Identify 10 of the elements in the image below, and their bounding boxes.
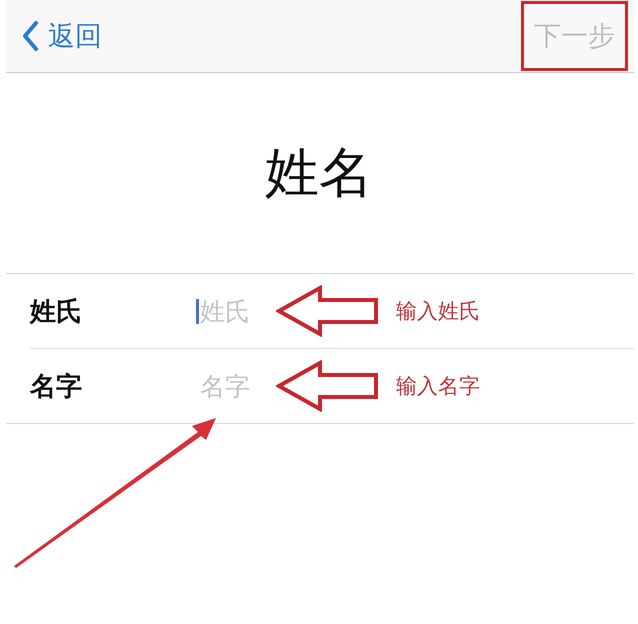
- field-label: 名字: [30, 370, 83, 404]
- text-field[interactable]: 姓氏: [196, 296, 272, 326]
- field-label: 姓氏: [30, 296, 83, 328]
- annotation-text: 输入名字: [396, 373, 480, 400]
- text-field[interactable]: 名字: [196, 372, 272, 400]
- chevron-left-icon: [22, 21, 38, 51]
- page-title: 姓名: [265, 140, 373, 206]
- annotation-text: 输入姓氏: [396, 298, 480, 325]
- back-label: 返回: [48, 20, 102, 54]
- back-link[interactable]: 返回: [22, 18, 102, 54]
